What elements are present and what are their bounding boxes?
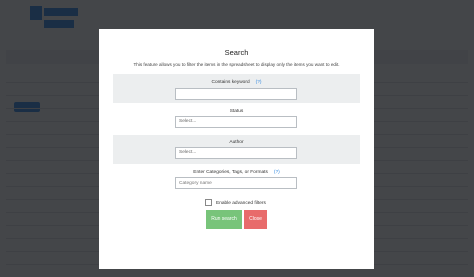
advanced-filters-checkbox[interactable] bbox=[205, 199, 212, 206]
advanced-filters-label: Enable advanced filters bbox=[216, 200, 266, 206]
status-label: Status bbox=[229, 109, 244, 114]
taxonomy-help-link[interactable]: (?) bbox=[274, 170, 280, 175]
keyword-help-link[interactable]: (?) bbox=[256, 80, 262, 85]
author-label: Author bbox=[229, 140, 244, 145]
keyword-label-row: Contains keyword (?) bbox=[113, 80, 360, 85]
taxonomy-input[interactable] bbox=[175, 177, 297, 189]
search-modal: Search This feature allows you to filter… bbox=[99, 29, 374, 269]
taxonomy-section: Enter Categories, Tags, or Formats (?) bbox=[113, 165, 360, 195]
keyword-input[interactable] bbox=[175, 88, 297, 100]
modal-description: This feature allows you to filter the it… bbox=[133, 62, 340, 67]
status-select[interactable]: Select... bbox=[175, 116, 297, 128]
keyword-label: Contains keyword bbox=[211, 80, 250, 85]
advanced-filters-row: Enable advanced filters bbox=[205, 199, 266, 207]
modal-title: Search bbox=[224, 48, 249, 57]
author-select[interactable]: Select... bbox=[175, 147, 297, 159]
status-section: Status Select... bbox=[113, 105, 360, 134]
taxonomy-label: Enter Categories, Tags, or Formats bbox=[193, 170, 268, 175]
close-button[interactable]: Close bbox=[244, 210, 267, 229]
taxonomy-label-row: Enter Categories, Tags, or Formats (?) bbox=[113, 170, 360, 175]
run-search-button[interactable]: Run search bbox=[206, 210, 242, 229]
keyword-section: Contains keyword (?) bbox=[113, 74, 360, 103]
author-section: Author Select... bbox=[113, 135, 360, 164]
